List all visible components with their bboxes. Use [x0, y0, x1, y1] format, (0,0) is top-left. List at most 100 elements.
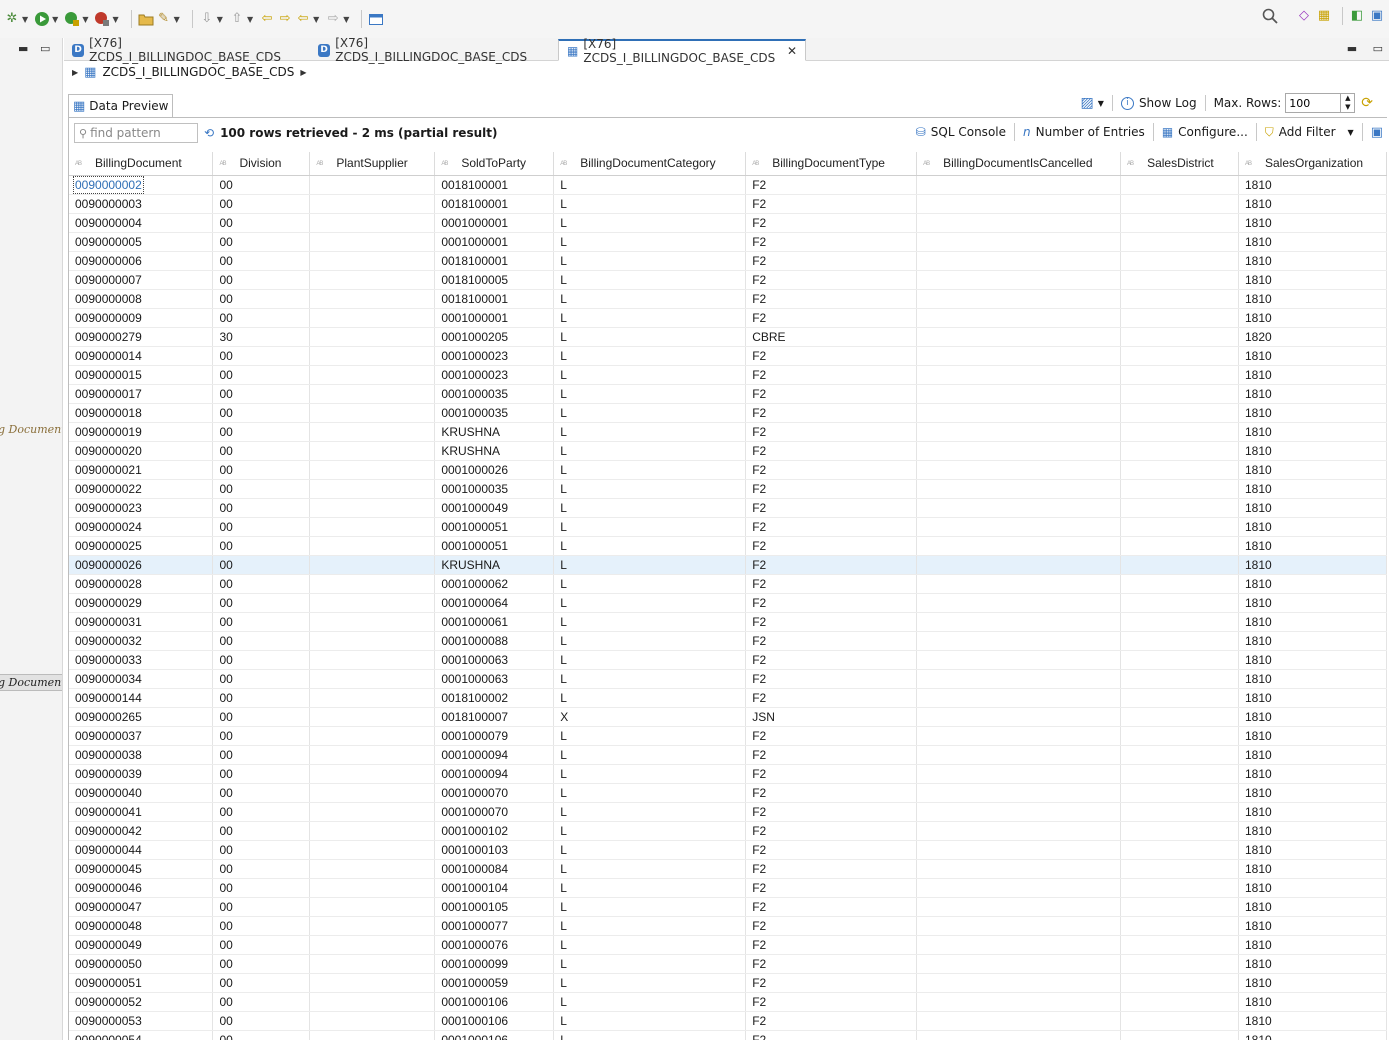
table-cell[interactable]: 0090000018: [69, 403, 214, 423]
table-cell[interactable]: [916, 688, 1122, 708]
table-cell[interactable]: 0001000001: [434, 232, 555, 252]
column-header[interactable]: AB BillingDocumentIsCancelled: [916, 152, 1122, 176]
table-cell[interactable]: [1120, 726, 1239, 746]
table-cell[interactable]: 1810: [1238, 574, 1387, 594]
column-header[interactable]: AB BillingDocumentCategory: [553, 152, 747, 176]
table-cell[interactable]: [309, 935, 436, 955]
table-cell[interactable]: 0090000040: [69, 783, 214, 803]
minimize-icon[interactable]: ▬: [1347, 42, 1357, 55]
table-cell[interactable]: 0090000054: [69, 1030, 214, 1040]
table-cell[interactable]: 1810: [1238, 802, 1387, 822]
table-cell[interactable]: 0090000045: [69, 859, 214, 879]
table-cell[interactable]: [1120, 954, 1239, 974]
table-cell[interactable]: 00: [212, 669, 311, 689]
table-cell[interactable]: 00: [212, 460, 311, 480]
table-row[interactable]: 0090000015 00 0001000023 L F2 1810: [69, 365, 1387, 385]
table-cell[interactable]: [1120, 783, 1239, 803]
table-cell[interactable]: F2: [745, 232, 918, 252]
table-row[interactable]: 0090000144 00 0018100002 L F2 1810: [69, 688, 1387, 708]
table-cell[interactable]: [1120, 764, 1239, 784]
table-cell[interactable]: [1120, 536, 1239, 556]
table-cell[interactable]: 00: [212, 726, 311, 746]
table-cell[interactable]: [309, 612, 436, 632]
table-row[interactable]: 0090000025 00 0001000051 L F2 1810: [69, 536, 1387, 556]
table-cell[interactable]: 0001000049: [434, 498, 555, 518]
table-cell[interactable]: 0090000033: [69, 650, 214, 670]
table-row[interactable]: 0090000020 00 KRUSHNA L F2 1810: [69, 441, 1387, 461]
table-cell[interactable]: [309, 802, 436, 822]
table-cell[interactable]: 00: [212, 707, 311, 727]
table-cell[interactable]: [309, 403, 436, 423]
table-cell[interactable]: [1120, 840, 1239, 860]
table-row[interactable]: 0090000002 00 0018100001 L F2 1810: [69, 175, 1387, 195]
table-cell[interactable]: [309, 308, 436, 328]
table-cell[interactable]: 0090000019: [69, 422, 214, 442]
table-cell[interactable]: [1120, 517, 1239, 537]
tab-data-preview-panel[interactable]: ▦ Data Preview: [68, 94, 174, 117]
table-cell[interactable]: L: [553, 536, 747, 556]
table-cell[interactable]: 0090000008: [69, 289, 214, 309]
table-cell[interactable]: F2: [745, 384, 918, 404]
table-cell[interactable]: 0001000076: [434, 935, 555, 955]
table-cell[interactable]: [1120, 745, 1239, 765]
table-cell[interactable]: F2: [745, 650, 918, 670]
table-cell[interactable]: L: [553, 916, 747, 936]
column-header[interactable]: AB Division: [212, 152, 311, 176]
chevron-down-icon[interactable]: ▼: [313, 15, 319, 24]
table-cell[interactable]: L: [553, 669, 747, 689]
table-cell[interactable]: 00: [212, 536, 311, 556]
table-cell[interactable]: 1810: [1238, 270, 1387, 290]
table-cell[interactable]: L: [553, 593, 747, 613]
table-cell[interactable]: L: [553, 251, 747, 271]
table-cell[interactable]: [916, 327, 1122, 347]
table-cell[interactable]: 0001000059: [434, 973, 555, 993]
table-cell[interactable]: L: [553, 859, 747, 879]
table-cell[interactable]: 0090000004: [69, 213, 214, 233]
table-cell[interactable]: [1120, 859, 1239, 879]
table-cell[interactable]: 00: [212, 289, 311, 309]
chevron-down-icon[interactable]: ▼: [1345, 103, 1350, 112]
table-cell[interactable]: 00: [212, 745, 311, 765]
table-cell[interactable]: 0090000024: [69, 517, 214, 537]
table-row[interactable]: 0090000029 00 0001000064 L F2 1810: [69, 593, 1387, 613]
table-cell[interactable]: [1120, 422, 1239, 442]
tab-cds-editor-2[interactable]: D [X76] ZCDS_I_BILLINGDOC_BASE_CDS: [310, 36, 558, 64]
table-cell[interactable]: 0018100002: [434, 688, 555, 708]
chevron-up-icon[interactable]: ▲: [1345, 94, 1350, 103]
table-cell[interactable]: [1120, 897, 1239, 917]
table-cell[interactable]: 1810: [1238, 422, 1387, 442]
table-row[interactable]: 0090000005 00 0001000001 L F2 1810: [69, 232, 1387, 252]
table-cell[interactable]: F2: [745, 365, 918, 385]
table-row[interactable]: 0090000041 00 0001000070 L F2 1810: [69, 802, 1387, 822]
table-cell[interactable]: 00: [212, 175, 311, 195]
column-header[interactable]: AB PlantSupplier: [309, 152, 436, 176]
table-cell[interactable]: L: [553, 384, 747, 404]
table-cell[interactable]: [916, 175, 1122, 195]
table-cell[interactable]: 0090000279: [69, 327, 214, 347]
table-cell[interactable]: 1810: [1238, 935, 1387, 955]
table-row[interactable]: 0090000034 00 0001000063 L F2 1810: [69, 669, 1387, 689]
table-cell[interactable]: 1810: [1238, 707, 1387, 727]
table-cell[interactable]: 1810: [1238, 403, 1387, 423]
table-row[interactable]: 0090000037 00 0001000079 L F2 1810: [69, 726, 1387, 746]
table-cell[interactable]: 1810: [1238, 232, 1387, 252]
table-row[interactable]: 0090000054 00 0001000106 L F2 1810: [69, 1030, 1387, 1040]
configure-button[interactable]: ▦ Configure...: [1162, 125, 1248, 139]
table-cell[interactable]: [309, 650, 436, 670]
table-cell[interactable]: [309, 707, 436, 727]
table-cell[interactable]: 0001000001: [434, 213, 555, 233]
table-cell[interactable]: 0090000003: [69, 194, 214, 214]
table-cell[interactable]: [309, 916, 436, 936]
table-cell[interactable]: 1810: [1238, 840, 1387, 860]
table-row[interactable]: 0090000033 00 0001000063 L F2 1810: [69, 650, 1387, 670]
table-cell[interactable]: 0090000051: [69, 973, 214, 993]
table-cell[interactable]: L: [553, 460, 747, 480]
table-row[interactable]: 0090000040 00 0001000070 L F2 1810: [69, 783, 1387, 803]
breadcrumb-item[interactable]: ZCDS_I_BILLINGDOC_BASE_CDS: [102, 65, 294, 79]
table-cell[interactable]: L: [553, 574, 747, 594]
table-row[interactable]: 0090000265 00 0018100007 X JSN 1810: [69, 707, 1387, 727]
table-cell[interactable]: L: [553, 897, 747, 917]
table-row[interactable]: 0090000053 00 0001000106 L F2 1810: [69, 1011, 1387, 1031]
table-cell[interactable]: [1120, 916, 1239, 936]
table-cell[interactable]: 0090000028: [69, 574, 214, 594]
